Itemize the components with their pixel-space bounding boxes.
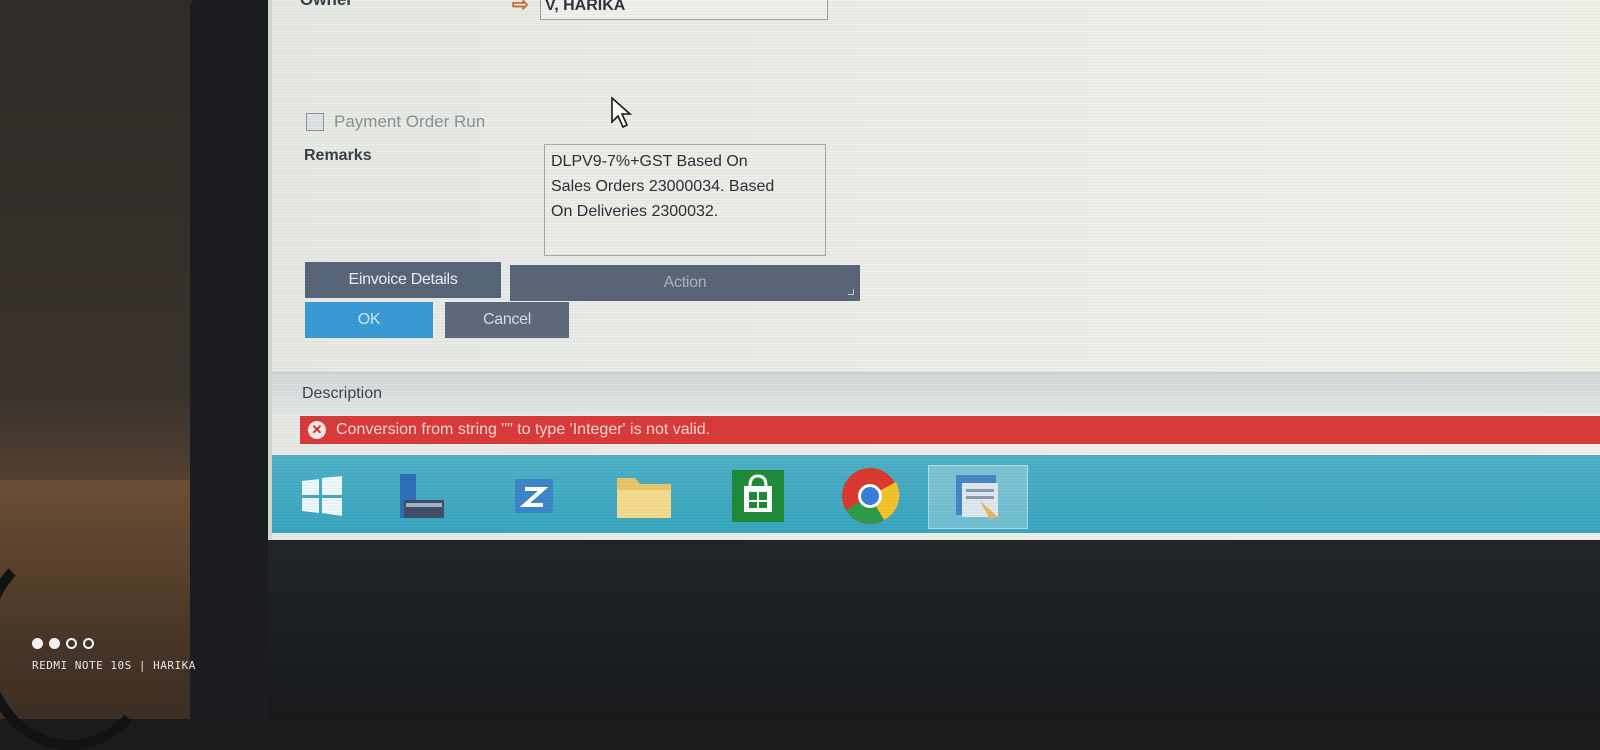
payment-order-run-row[interactable]: Payment Order Run <box>306 112 485 132</box>
ok-button[interactable]: OK <box>305 302 433 338</box>
mouse-cursor-icon <box>611 96 633 129</box>
link-arrow-icon[interactable]: ⇨ <box>512 0 529 17</box>
folder-icon[interactable] <box>612 467 676 525</box>
remarks-textarea[interactable]: DLPV9-7%+GST Based On Sales Orders 23000… <box>544 144 826 256</box>
status-panel <box>272 372 1600 413</box>
error-message: Conversion from string "" to type 'Integ… <box>336 421 711 438</box>
einvoice-details-button[interactable]: Einvoice Details <box>305 262 501 298</box>
taskbar <box>272 455 1600 533</box>
file-manager-icon[interactable] <box>390 467 454 525</box>
owner-label: Owner <box>300 0 353 10</box>
error-message-bar[interactable]: ✕ Conversion from string "" to type 'Int… <box>300 416 1600 444</box>
monitor-screen: Owner ⇨ V, HARIKA Payment Order Run Rema… <box>268 0 1600 540</box>
description-label: Description <box>302 385 383 402</box>
camera-watermark: REDMI NOTE 10S | HARIKA <box>32 638 196 672</box>
windows-start-icon[interactable] <box>290 467 354 525</box>
owner-field[interactable]: V, HARIKA <box>540 0 828 20</box>
watermark-dots-icon <box>32 638 196 649</box>
payment-order-run-label: Payment Order Run <box>334 112 486 131</box>
app-icon[interactable] <box>502 467 566 525</box>
remarks-label: Remarks <box>304 147 372 164</box>
sap-business-one-icon[interactable] <box>928 465 1028 529</box>
watermark-text: REDMI NOTE 10S | HARIKA <box>32 659 196 672</box>
error-icon: ✕ <box>308 421 326 439</box>
store-icon[interactable] <box>726 467 790 525</box>
action-button[interactable]: Action <box>510 265 860 301</box>
monitor-bottom-bezel <box>268 540 1600 719</box>
cancel-button[interactable]: Cancel <box>445 302 569 338</box>
payment-order-run-checkbox[interactable] <box>306 113 324 131</box>
chrome-icon[interactable] <box>838 467 902 525</box>
